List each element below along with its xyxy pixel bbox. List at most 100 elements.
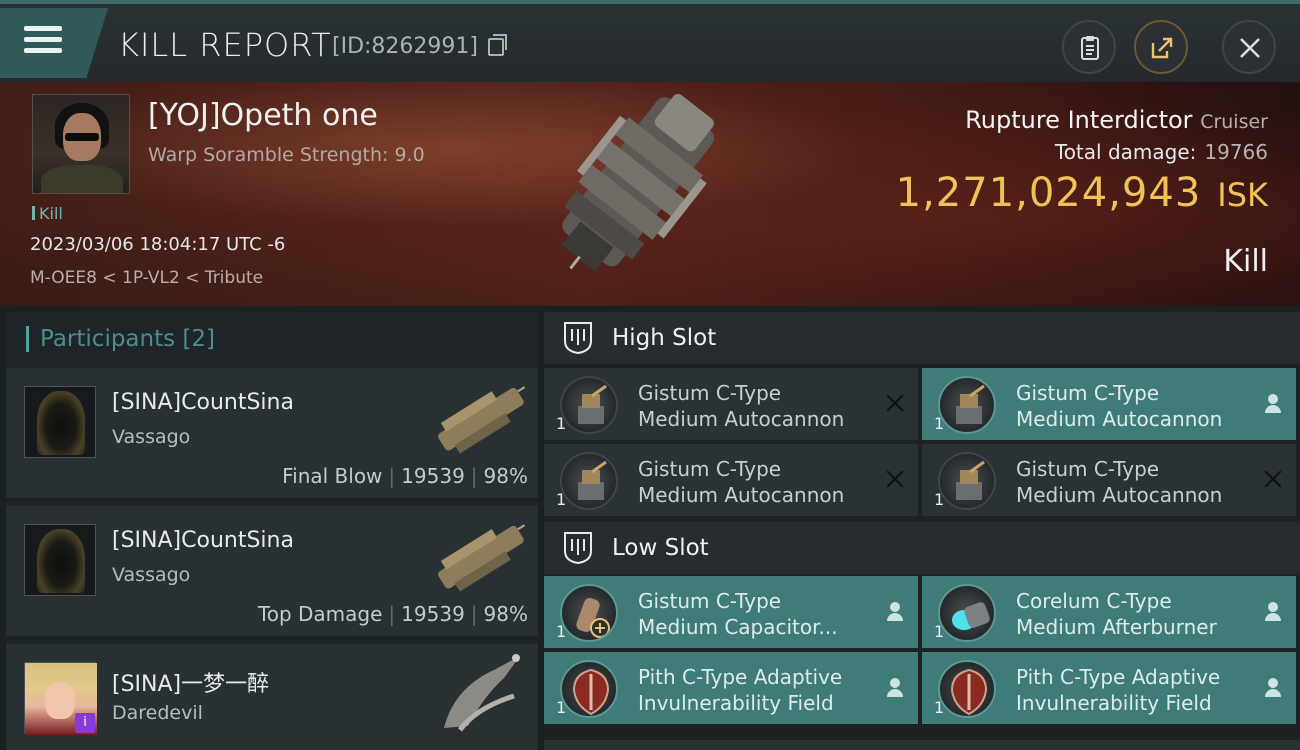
dropped-person-icon (1262, 676, 1284, 698)
module-name-line1: Pith C-Type Adaptive (1016, 665, 1221, 689)
participant-damage: 19539 (401, 464, 465, 488)
destroyed-icon (1262, 468, 1284, 490)
ship-class: Cruiser (1200, 111, 1268, 133)
capacitor-icon (560, 584, 618, 642)
module-name-line2: Medium Afterburner (1016, 615, 1217, 639)
participant-name: [SINA]CountSina (112, 528, 294, 553)
close-button[interactable] (1222, 20, 1276, 74)
module-name-line2: Medium Autocannon (1016, 483, 1223, 507)
autocannon-icon (560, 452, 618, 510)
module-item[interactable]: 1 Gistum C-Type Medium Autocannon (922, 368, 1296, 440)
clipboard-button[interactable] (1062, 20, 1116, 74)
destroyed-icon (884, 392, 906, 414)
participants-title: Participants [2] (40, 326, 216, 352)
top-bar: KILL REPORT [ID:8262991] (0, 0, 1300, 82)
participant-ship-image (438, 386, 526, 454)
copy-icon[interactable] (488, 34, 507, 56)
module-name-line1: Gistum C-Type (1016, 457, 1160, 481)
module-item[interactable]: 1 Pith C-Type Adaptive Invulnerability F… (544, 652, 918, 724)
module-quantity: 1 (556, 414, 567, 433)
victim-ship-image (561, 93, 715, 272)
module-name-line2: Medium Autocannon (638, 483, 845, 507)
module-quantity: 1 (934, 698, 945, 717)
module-item[interactable]: 1 Gistum C-Type Medium Capacitor... (544, 576, 918, 648)
victim-name[interactable]: [YOJ]Opeth one (148, 98, 378, 133)
participant-percent: 98% (483, 602, 528, 626)
kill-location[interactable]: M-OEE8 < 1P-VL2 < Tribute (30, 268, 263, 288)
module-quantity: 1 (556, 490, 567, 509)
total-damage-label: Total damage: (1054, 140, 1197, 164)
ship-type[interactable]: Rupture Interdictor Cruiser (965, 106, 1268, 134)
dropped-person-icon (884, 600, 906, 622)
participant-tag: Final Blow (282, 464, 383, 488)
share-button[interactable] (1134, 20, 1188, 74)
module-item[interactable]: 1 Gistum C-Type Medium Autocannon (544, 444, 918, 516)
participant-avatar[interactable] (24, 386, 96, 458)
low-slot-icon (564, 532, 592, 565)
participant-stats: Final Blow | 19539 | 98% (282, 464, 528, 488)
participant-ship: Vassago (112, 426, 191, 448)
destroyed-icon (884, 468, 906, 490)
isk-value: 1,271,024,943 (895, 170, 1202, 216)
kill-summary: [YOJ]Opeth one Warp Soramble Strength: 9… (0, 82, 1300, 306)
low-slot-header: Low Slot (544, 522, 1300, 574)
fitting-panel: High Slot 1 Gistum C-Type Medium Autocan… (544, 312, 1300, 750)
participants-count: [2] (182, 326, 216, 352)
participant-ship-image (438, 524, 526, 592)
participant-damage: 19539 (401, 602, 465, 626)
module-item-partial (544, 740, 1300, 750)
module-name-line1: Gistum C-Type (638, 381, 782, 405)
module-name-line1: Pith C-Type Adaptive (638, 665, 843, 689)
module-name-line2: Invulnerability Field (1016, 691, 1212, 715)
module-item[interactable]: 1 Gistum C-Type Medium Autocannon (922, 444, 1296, 516)
module-quantity: 1 (934, 414, 945, 433)
participant-row[interactable]: [SINA]CountSina Vassago Top Damage | 19539… (6, 506, 538, 640)
share-icon (1151, 37, 1173, 59)
participant-row[interactable]: [SINA]CountSina Vassago Final Blow | 19539… (6, 368, 538, 502)
victim-avatar[interactable] (32, 94, 130, 194)
module-item[interactable]: 1 Corelum C-Type Medium Afterburner (922, 576, 1296, 648)
participants-header: Participants [2] (6, 312, 538, 368)
participant-ship-image (444, 654, 520, 732)
low-slot-label: Low Slot (612, 535, 709, 561)
shield-field-icon (938, 660, 996, 718)
module-name-line2: Medium Autocannon (1016, 407, 1223, 431)
kill-tag: Kill (32, 204, 63, 223)
dropped-person-icon (1262, 600, 1284, 622)
module-name-line2: Invulnerability Field (638, 691, 834, 715)
module-quantity: 1 (556, 622, 567, 641)
module-quantity: 1 (934, 490, 945, 509)
info-badge: i (75, 713, 95, 733)
clipboard-icon (1081, 36, 1099, 60)
participant-name: [SINA]CountSina (112, 390, 294, 415)
autocannon-icon (938, 452, 996, 510)
module-quantity: 1 (934, 622, 945, 641)
high-slot-header: High Slot (544, 312, 1300, 364)
total-damage: Total damage: 19766 (1055, 140, 1268, 164)
isk-value-row: 1,271,024,943 ISK (896, 170, 1268, 216)
participant-avatar[interactable]: i (24, 662, 97, 735)
participant-percent: 98% (483, 464, 528, 488)
module-name-line2: Medium Autocannon (638, 407, 845, 431)
module-name-line1: Gistum C-Type (638, 589, 782, 613)
module-name-line2: Medium Capacitor... (638, 615, 838, 639)
module-item[interactable]: 1 Gistum C-Type Medium Autocannon (544, 368, 918, 440)
module-name-line1: Gistum C-Type (638, 457, 782, 481)
participant-row[interactable]: i [SINA]一梦一醉 Daredevil (6, 644, 538, 750)
page-title: KILL REPORT (118, 26, 332, 64)
module-name-line1: Corelum C-Type (1016, 589, 1172, 613)
isk-unit: ISK (1217, 176, 1268, 214)
dropped-person-icon (1262, 392, 1284, 414)
module-quantity: 1 (556, 698, 567, 717)
report-id: [ID:8262991] (332, 34, 478, 59)
participant-name: [SINA]一梦一醉 (112, 672, 270, 697)
module-item[interactable]: 1 Pith C-Type Adaptive Invulnerability F… (922, 652, 1296, 724)
warp-scramble-strength: Warp Soramble Strength: 9.0 (148, 144, 425, 166)
kill-datetime: 2023/03/06 18:04:17 UTC -6 (30, 234, 286, 255)
participant-tag: Top Damage (257, 602, 383, 626)
high-slot-icon (564, 322, 592, 355)
participant-ship: Vassago (112, 564, 191, 586)
menu-icon[interactable] (24, 26, 62, 58)
autocannon-icon (560, 376, 618, 434)
participant-avatar[interactable] (24, 524, 96, 596)
